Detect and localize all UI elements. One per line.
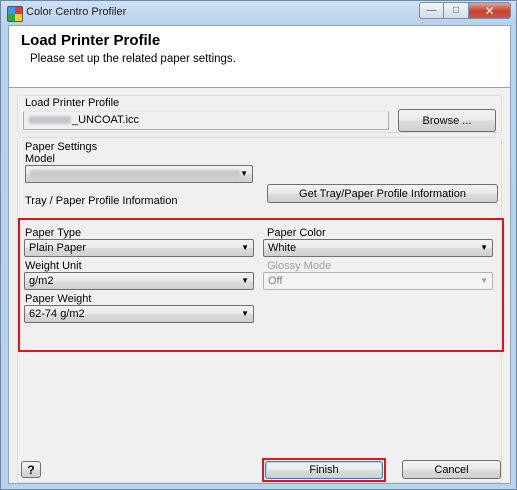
model-value-redacted (30, 170, 240, 179)
maximize-button[interactable]: □ (444, 2, 469, 19)
chevron-down-icon: ▼ (240, 169, 248, 178)
minimize-button[interactable]: — (419, 2, 444, 19)
chevron-down-icon: ▼ (480, 276, 488, 285)
glossy-mode-select: Off ▼ (263, 272, 493, 290)
finish-button[interactable]: Finish (265, 461, 383, 479)
load-profile-group: Load Printer Profile _UNCOAT.icc Browse … (17, 95, 502, 133)
app-icon (7, 6, 23, 22)
paper-weight-label: Paper Weight (25, 293, 92, 305)
glossy-mode-label: Glossy Mode (267, 260, 332, 272)
title-bar[interactable]: Color Centro Profiler — □ ✕ (1, 1, 516, 25)
app-window: Color Centro Profiler — □ ✕ Load Printer… (0, 0, 517, 490)
caption-buttons: — □ ✕ (419, 2, 511, 19)
paper-type-select[interactable]: Plain Paper ▼ (24, 239, 254, 257)
model-select[interactable]: ▼ (25, 165, 253, 183)
page-subtitle: Please set up the related paper settings… (30, 53, 236, 65)
paper-type-label: Paper Type (25, 227, 82, 239)
cancel-button[interactable]: Cancel (402, 460, 501, 479)
weight-unit-label: Weight Unit (25, 260, 82, 272)
paper-color-select[interactable]: White ▼ (263, 239, 493, 257)
paper-weight-select[interactable]: 62-74 g/m2 ▼ (24, 305, 254, 323)
model-label: Model (25, 153, 55, 165)
profile-file-suffix: _UNCOAT.icc (72, 114, 140, 126)
dialog-header: Load Printer Profile Please set up the r… (9, 26, 510, 88)
file-name-redacted (29, 116, 71, 125)
chevron-down-icon: ▼ (480, 243, 488, 252)
close-button[interactable]: ✕ (469, 2, 511, 19)
maximize-icon: □ (452, 5, 460, 16)
weight-unit-value: g/m2 (29, 275, 54, 287)
get-tray-info-button[interactable]: Get Tray/Paper Profile Information (267, 184, 498, 203)
chevron-down-icon: ▼ (241, 276, 249, 285)
minimize-icon: — (426, 5, 437, 16)
paper-color-value: White (268, 242, 297, 254)
help-button[interactable]: ? (21, 461, 41, 478)
load-profile-label: Load Printer Profile (25, 97, 120, 109)
chevron-down-icon: ▼ (241, 243, 249, 252)
paper-settings-label: Paper Settings (25, 141, 98, 153)
glossy-mode-value: Off (268, 275, 283, 287)
page-title: Load Printer Profile (21, 32, 161, 49)
weight-unit-select[interactable]: g/m2 ▼ (24, 272, 254, 290)
tray-info-label: Tray / Paper Profile Information (25, 195, 178, 207)
dialog-client-area: Load Printer Profile Please set up the r… (8, 25, 511, 484)
close-icon: ✕ (484, 3, 495, 18)
browse-button[interactable]: Browse ... (398, 109, 496, 132)
profile-file-field[interactable]: _UNCOAT.icc (23, 111, 389, 130)
paper-color-label: Paper Color (267, 227, 326, 239)
chevron-down-icon: ▼ (241, 309, 249, 318)
paper-settings-group: Paper Settings Model ▼ Get Tray/Paper Pr… (17, 137, 504, 483)
paper-type-value: Plain Paper (29, 242, 86, 254)
paper-weight-value: 62-74 g/m2 (29, 308, 85, 320)
help-icon: ? (27, 462, 35, 477)
window-title: Color Centro Profiler (26, 6, 127, 18)
